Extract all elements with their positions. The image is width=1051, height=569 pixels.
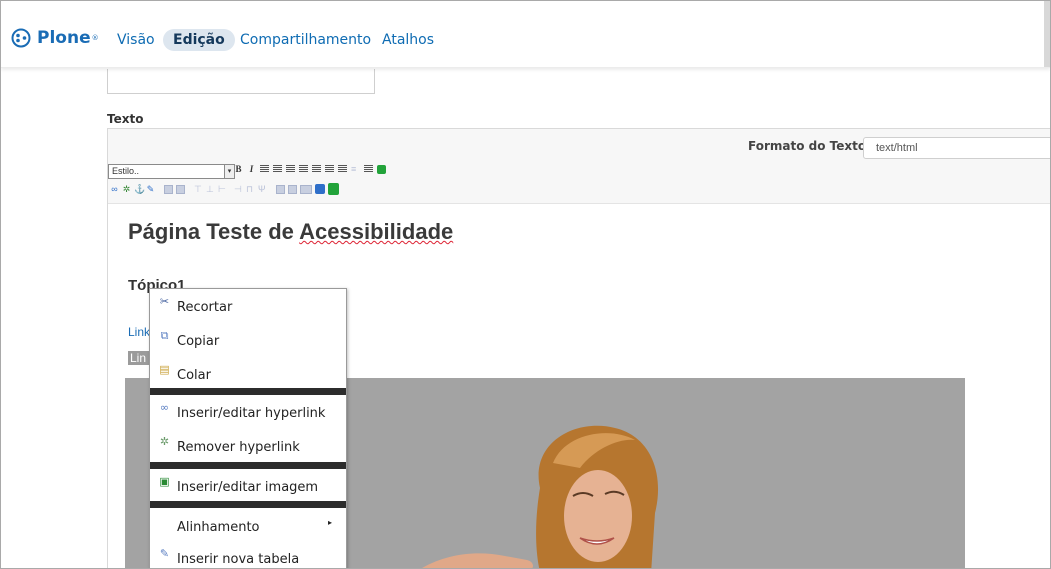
content-link[interactable]: Link (128, 325, 150, 339)
plone-logo-icon (11, 28, 31, 48)
previous-input-field[interactable] (107, 69, 375, 94)
heading-1-misspelled-word: Acessibilidade (299, 219, 454, 244)
unlink-icon: ✲ (159, 435, 170, 448)
menu-separator (150, 462, 346, 469)
submenu-arrow-icon: ▸ (327, 518, 332, 527)
plone-toolbar: Plone ® Visão Edição Compartilhamento Ata… (1, 1, 1050, 68)
tab-compartilhamento[interactable]: Compartilhamento (240, 29, 371, 51)
tab-visao[interactable]: Visão (117, 29, 155, 51)
align-left-icon[interactable] (260, 165, 269, 173)
text-format-select[interactable]: text/html (863, 137, 1050, 159)
merge-cells-icon[interactable] (276, 184, 285, 194)
menu-item-label: Inserir/editar hyperlink (177, 406, 326, 421)
outdent-icon[interactable]: ≡ (351, 164, 360, 174)
menu-item-remover-hyperlink[interactable]: ✲ Remover hyperlink (150, 431, 346, 461)
menu-item-inserir-editar-hyperlink[interactable]: ∞ Inserir/editar hyperlink (150, 397, 346, 427)
table-icon: ✎ (159, 547, 170, 560)
tab-atalhos[interactable]: Atalhos (382, 29, 434, 51)
page-scrollbar[interactable] (1044, 1, 1050, 67)
link-icon[interactable]: ∞ (110, 184, 119, 194)
context-menu: ✂ Recortar ⧉ Copiar ▤ Colar ∞ Inserir/ed… (149, 288, 347, 568)
align-center-icon[interactable] (273, 165, 282, 173)
editor-toolbar-row-2: ∞ ✲ ⚓ ✎ ⊤ ⊥ ⊢ ⊣ ⊓ Ψ (110, 183, 339, 195)
tab-edicao[interactable]: Edição (163, 29, 235, 51)
scissors-icon: ✂ (159, 295, 170, 308)
browser-frame: Plone ® Visão Edição Compartilhamento Ata… (0, 0, 1051, 569)
bullet-list-icon[interactable] (312, 165, 321, 173)
table-cell-icon[interactable] (176, 184, 185, 194)
delete-col-icon[interactable]: Ψ (258, 184, 267, 194)
split-cells-icon[interactable] (288, 184, 297, 194)
menu-item-label: Copiar (177, 334, 220, 349)
table-row-icon[interactable] (164, 184, 173, 194)
plone-logo-mark: ® (91, 34, 99, 42)
image-icon: ▣ (159, 475, 170, 488)
insert-image-icon[interactable] (377, 164, 386, 174)
text-format-label: Formato do Texto (748, 139, 867, 153)
indent-icon[interactable] (364, 165, 373, 173)
align-right-icon[interactable] (286, 165, 295, 173)
style-select-value: Estilo.. (112, 166, 140, 176)
menu-item-label: Remover hyperlink (177, 440, 300, 455)
plone-logo-text: Plone (37, 28, 91, 48)
menu-item-inserir-nova-tabela[interactable]: ✎ Inserir nova tabela (150, 543, 346, 568)
content-heading-1: Página Teste de Acessibilidade (128, 219, 453, 245)
paste-icon: ▤ (159, 363, 170, 376)
style-select[interactable]: Estilo.. ▾ (108, 164, 235, 179)
menu-item-colar[interactable]: ▤ Colar (150, 359, 346, 389)
anchor-icon[interactable]: ⚓ (134, 184, 145, 194)
menu-item-label: Colar (177, 368, 211, 383)
menu-item-alinhamento[interactable]: Alinhamento ▸ (150, 511, 346, 541)
plone-logo[interactable]: Plone ® (11, 28, 99, 48)
menu-item-inserir-editar-imagem[interactable]: ▣ Inserir/editar imagem (150, 471, 346, 501)
menu-item-label: Recortar (177, 300, 233, 315)
menu-item-copiar[interactable]: ⧉ Copiar (150, 325, 346, 355)
menu-separator (150, 388, 346, 395)
definition-list-icon[interactable] (338, 165, 347, 173)
save-icon[interactable] (328, 183, 339, 195)
editor-toolbar-row-1: B I ≡ (234, 164, 386, 174)
delete-row-icon[interactable]: ⊢ (218, 184, 227, 194)
numbered-list-icon[interactable] (325, 165, 334, 173)
menu-item-recortar[interactable]: ✂ Recortar (150, 291, 346, 321)
unlink-icon[interactable]: ✲ (122, 184, 131, 194)
col-after-icon[interactable]: ⊓ (246, 184, 255, 194)
edit-table-icon[interactable]: ✎ (146, 184, 155, 194)
menu-separator (150, 501, 346, 508)
fullscreen-icon[interactable] (315, 184, 325, 194)
html-source-icon[interactable] (300, 184, 312, 194)
italic-button[interactable]: I (247, 164, 256, 174)
align-justify-icon[interactable] (299, 165, 308, 173)
link-icon: ∞ (159, 401, 170, 414)
text-field-label: Texto (107, 112, 144, 126)
editor-header: Formato do Texto text/html Estilo.. ▾ B … (108, 129, 1050, 204)
menu-item-label: Inserir/editar imagem (177, 480, 319, 495)
menu-item-label: Inserir nova tabela (177, 552, 300, 567)
row-before-icon[interactable]: ⊤ (194, 184, 203, 194)
col-before-icon[interactable]: ⊣ (234, 184, 243, 194)
bold-button[interactable]: B (234, 164, 243, 174)
copy-icon: ⧉ (160, 329, 169, 342)
menu-item-label: Alinhamento (177, 520, 260, 535)
heading-1-prefix: Página Teste de (128, 219, 300, 244)
row-after-icon[interactable]: ⊥ (206, 184, 215, 194)
